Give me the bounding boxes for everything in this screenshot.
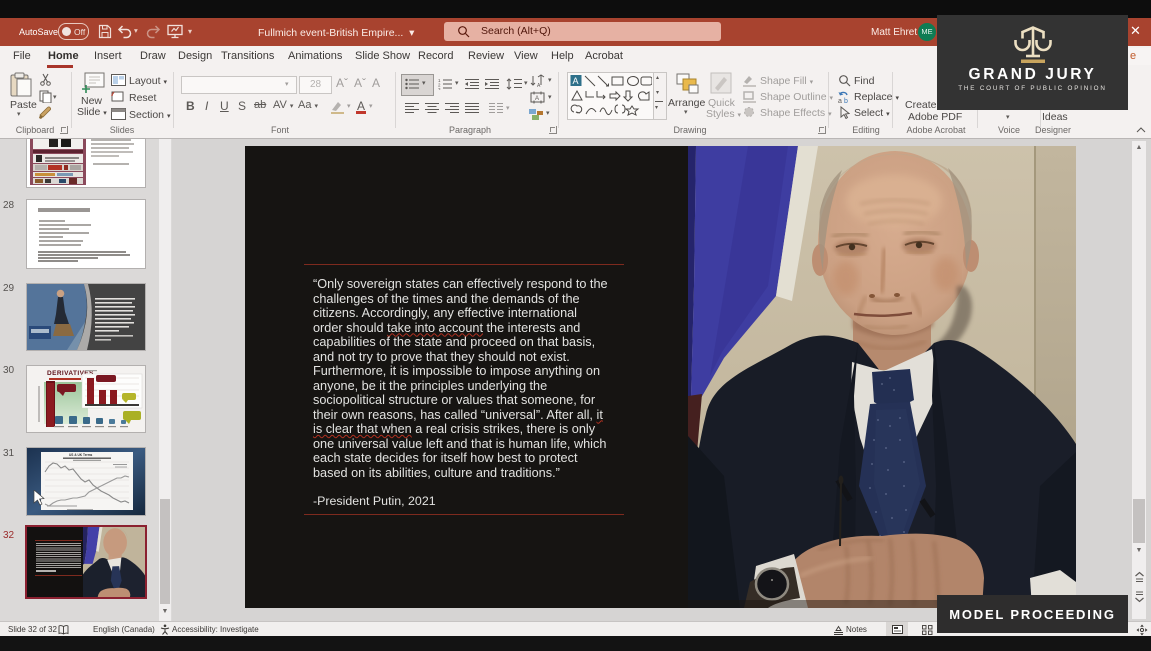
svg-text:A: A — [537, 83, 541, 87]
svg-text:A: A — [535, 96, 539, 102]
svg-text:b: b — [844, 98, 848, 104]
svg-text:a: a — [838, 98, 842, 104]
svg-text:US & UK Terms: US & UK Terms — [69, 453, 93, 457]
svg-text:3: 3 — [438, 87, 441, 90]
svg-text:A: A — [573, 76, 579, 86]
